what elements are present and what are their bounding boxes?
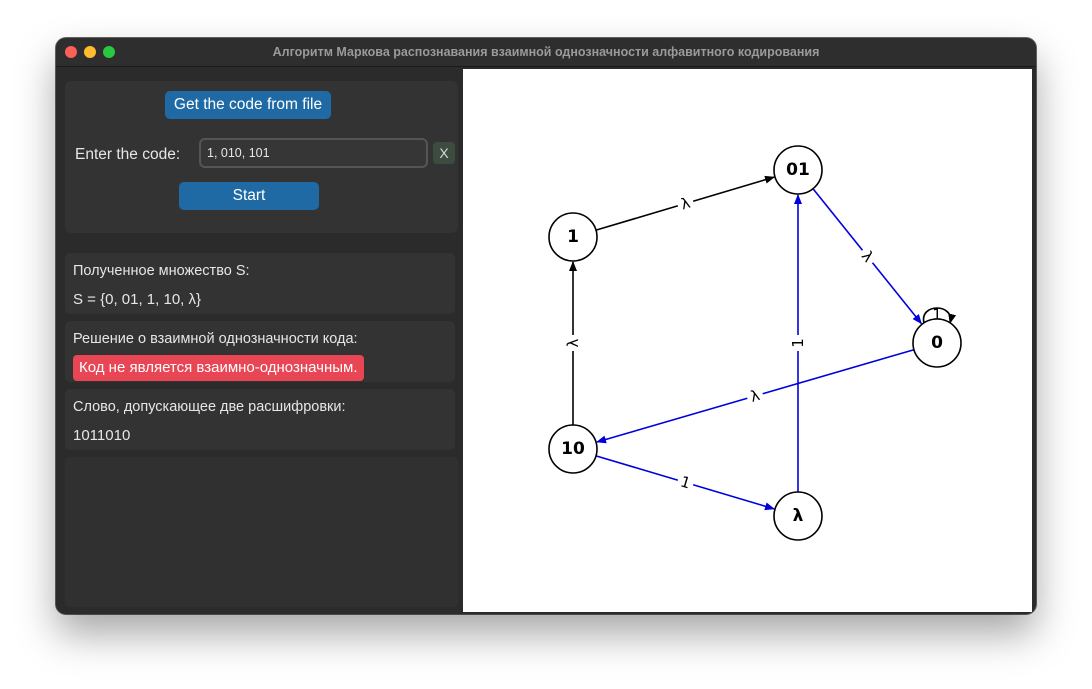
node-label: λ xyxy=(793,506,804,526)
title-bar: Алгоритм Маркова распознавания взаимной … xyxy=(56,38,1036,67)
graph-node: 01 xyxy=(773,145,823,195)
graph-node: 1 xyxy=(548,212,598,262)
graph-edge: λ xyxy=(564,261,582,425)
graph-node: λ xyxy=(773,491,823,541)
graph-edge: λ xyxy=(595,175,775,231)
app-window: Алгоритм Маркова распознавания взаимной … xyxy=(56,38,1036,614)
word-value: 1011010 xyxy=(73,427,131,444)
node-label: 01 xyxy=(786,160,810,180)
input-frame: Get the code from file Enter the code: 1… xyxy=(65,81,458,233)
graph-edge: λ xyxy=(596,348,915,444)
load-file-button[interactable]: Get the code from file xyxy=(165,91,331,119)
set-card: Полученное множество S: S = {0, 01, 1, 1… xyxy=(65,253,455,314)
code-label: Enter the code: xyxy=(75,146,181,163)
control-panel: Get the code from file Enter the code: 1… xyxy=(56,67,463,614)
graph-edge: 1 xyxy=(789,194,807,492)
set-label: Полученное множество S: xyxy=(73,263,250,279)
empty-frame xyxy=(65,457,458,607)
word-label: Слово, допускающее две расшифровки: xyxy=(73,399,346,415)
edge-label: 1 xyxy=(789,338,807,348)
node-label: 0 xyxy=(931,333,943,353)
node-label: 10 xyxy=(561,439,585,459)
graph-canvas: λλ1λλ11 1 01 0 10 λ xyxy=(463,69,1032,612)
node-label: 1 xyxy=(567,227,579,247)
graph-edge: λ xyxy=(812,188,922,325)
window-title: Алгоритм Маркова распознавания взаимной … xyxy=(272,45,820,59)
graph-svg: λλ1λλ11 101010λ xyxy=(548,145,962,541)
start-button[interactable]: Start xyxy=(179,182,319,210)
code-input[interactable]: 1, 010, 101 xyxy=(199,138,428,168)
graph-node: 10 xyxy=(548,424,598,474)
graph-node: 0 xyxy=(912,318,962,368)
set-value: S = {0, 01, 1, 10, λ} xyxy=(73,291,202,308)
decision-label: Решение о взаимной однозначности кода: xyxy=(73,331,358,347)
decision-badge: Код не является взаимно-однозначным. xyxy=(73,355,364,381)
word-card: Слово, допускающее две расшифровки: 1011… xyxy=(65,389,455,450)
clear-input-button[interactable]: X xyxy=(433,142,455,164)
edge-label: λ xyxy=(564,338,582,347)
graph-edge: 1 xyxy=(595,455,775,511)
decision-card: Решение о взаимной однозначности кода: К… xyxy=(65,321,455,382)
